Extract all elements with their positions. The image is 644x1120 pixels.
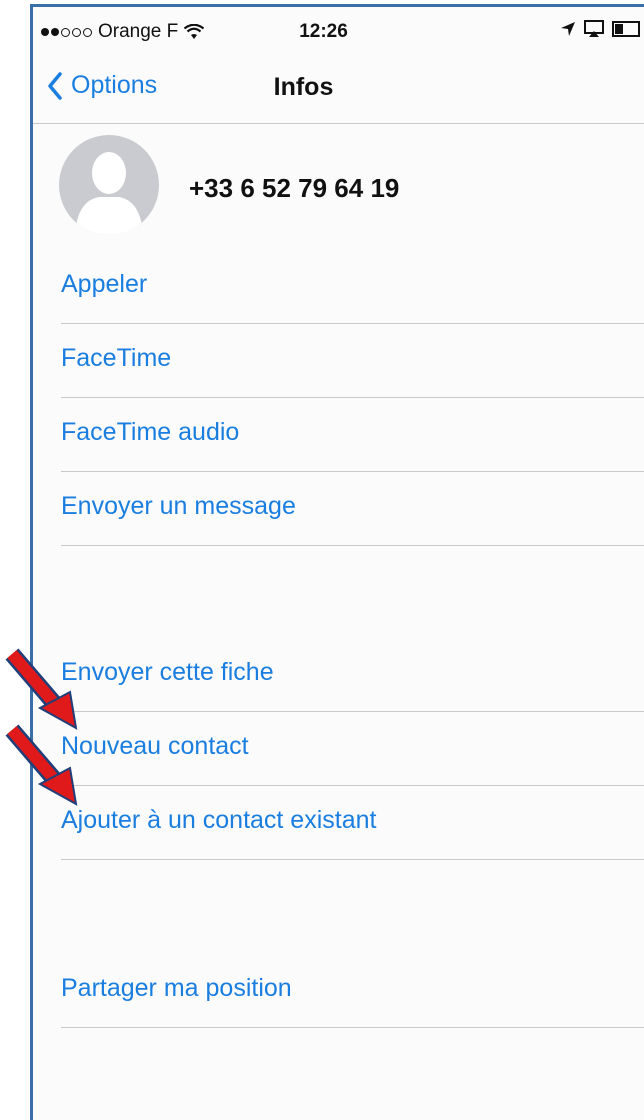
share-location-action[interactable]: Partager ma position bbox=[61, 953, 644, 1028]
red-annotation-arrow-icon bbox=[5, 724, 78, 806]
phone-screen: Orange F 12:26 Options Infos +33 6 52 79… bbox=[30, 4, 644, 1120]
clock: 12:26 bbox=[299, 21, 348, 42]
airplay-icon bbox=[584, 20, 604, 37]
send-message-action-label: Envoyer un message bbox=[61, 492, 296, 520]
status-bar: Orange F 12:26 bbox=[33, 7, 644, 53]
share-location-action-label: Partager ma position bbox=[61, 974, 292, 1002]
navigation-bar: Options Infos bbox=[33, 53, 644, 124]
new-contact-action-label: Nouveau contact bbox=[61, 732, 249, 760]
facetime-action-label: FaceTime bbox=[61, 344, 172, 372]
new-contact-action[interactable]: Nouveau contact bbox=[61, 711, 644, 786]
send-message-action[interactable]: Envoyer un message bbox=[61, 471, 644, 546]
location-arrow-icon bbox=[561, 22, 575, 36]
facetime-audio-action-label: FaceTime audio bbox=[61, 418, 240, 446]
add-to-existing-contact-action-label: Ajouter à un contact existant bbox=[61, 806, 377, 834]
call-action-label: Appeler bbox=[61, 270, 148, 298]
red-annotation-arrow-icon bbox=[5, 648, 78, 730]
contact-phone-number: +33 6 52 79 64 19 bbox=[189, 173, 400, 203]
person-silhouette-icon bbox=[75, 152, 143, 235]
share-contact-action[interactable]: Envoyer cette fiche bbox=[61, 637, 644, 712]
facetime-audio-action[interactable]: FaceTime audio bbox=[61, 397, 644, 472]
call-action[interactable]: Appeler bbox=[61, 249, 644, 324]
page-title: Infos bbox=[273, 73, 334, 101]
status-icons bbox=[560, 20, 640, 38]
contact-avatar bbox=[59, 135, 159, 235]
facetime-action[interactable]: FaceTime bbox=[61, 323, 644, 398]
share-contact-action-label: Envoyer cette fiche bbox=[61, 658, 274, 686]
battery-icon bbox=[612, 21, 640, 37]
add-to-existing-contact-action[interactable]: Ajouter à un contact existant bbox=[61, 785, 644, 860]
